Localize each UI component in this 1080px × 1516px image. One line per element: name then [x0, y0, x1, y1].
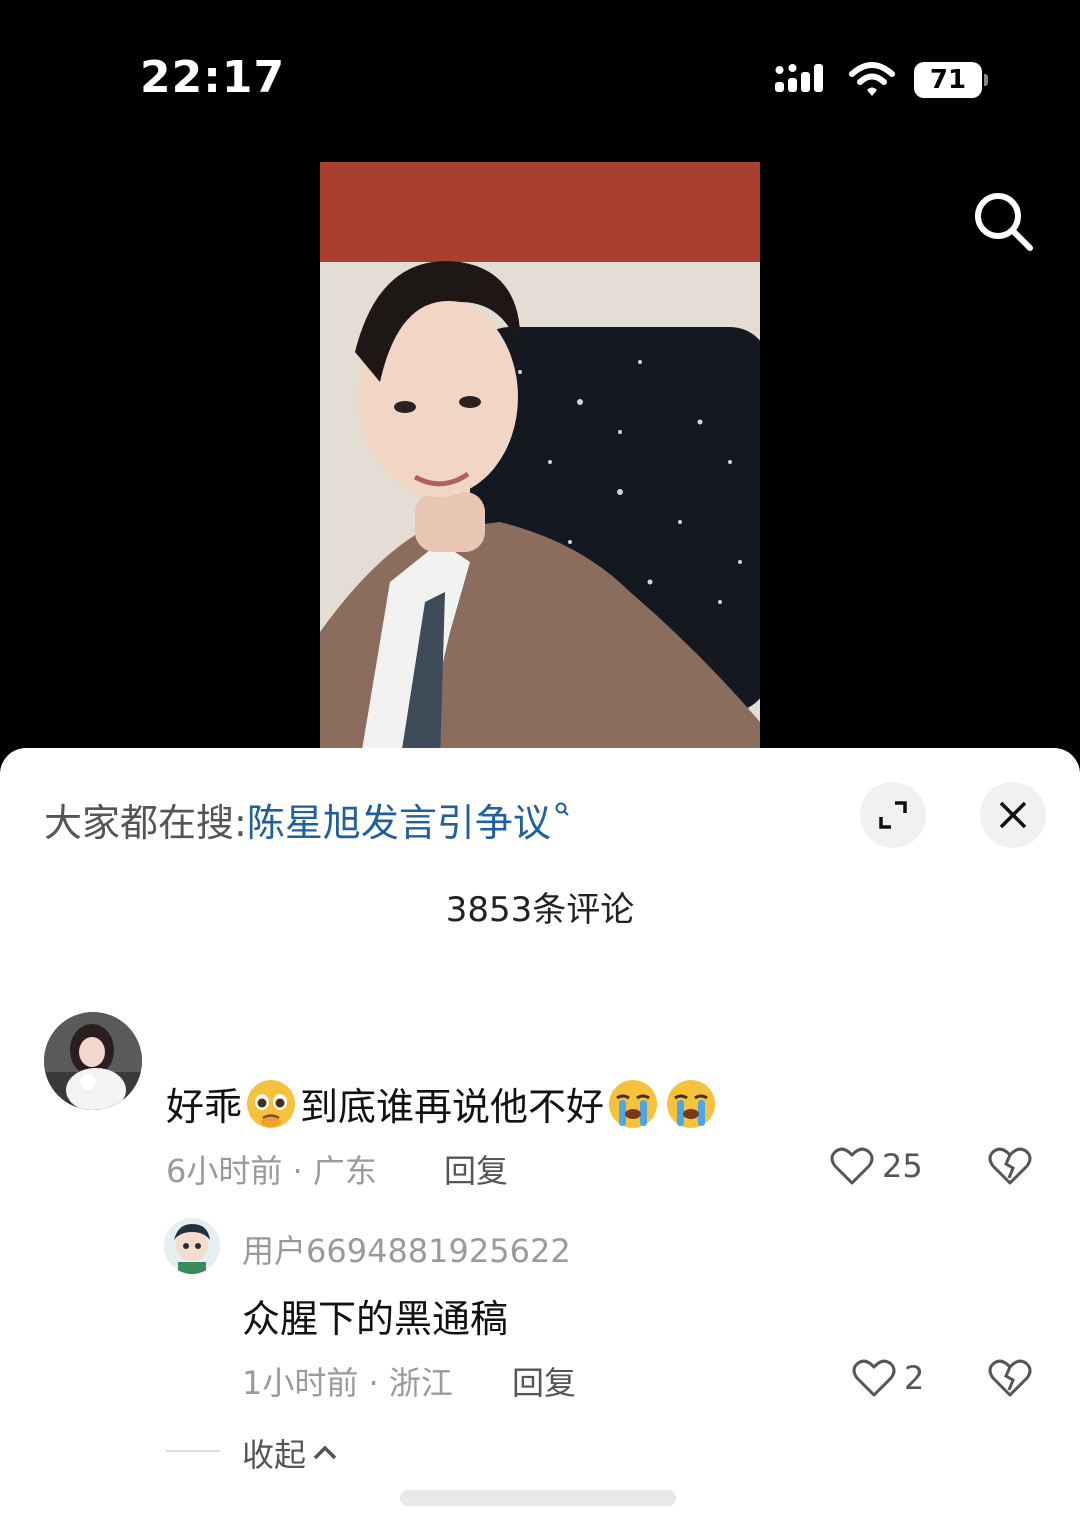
crying-face-icon — [667, 1080, 716, 1128]
like-button[interactable]: 25 — [830, 1144, 923, 1188]
reply-button[interactable]: 回复 — [444, 1146, 508, 1192]
wifi-icon — [849, 62, 895, 96]
avatar[interactable] — [164, 1218, 220, 1274]
collapse-label: 收起 — [242, 1436, 307, 1474]
small-search-icon — [555, 802, 569, 816]
avatar[interactable] — [44, 1012, 142, 1110]
battery-cap — [984, 74, 988, 86]
close-button[interactable] — [980, 782, 1046, 848]
broken-heart-icon[interactable] — [988, 1146, 1032, 1186]
broken-heart-icon[interactable] — [988, 1358, 1032, 1398]
video-preview[interactable] — [320, 162, 760, 762]
trending-search-hint[interactable]: 大家都在搜:陈星旭发言引争议 — [44, 792, 569, 847]
like-button[interactable]: 2 — [852, 1356, 924, 1400]
avatar-image — [44, 1012, 142, 1110]
heart-icon — [852, 1359, 896, 1397]
expand-button[interactable] — [860, 782, 926, 848]
expand-icon — [879, 801, 907, 829]
comment-count: 3853条评论 — [445, 890, 635, 930]
comment-text: 好乖 到底谁再说他不好 — [166, 1076, 720, 1131]
search-icon[interactable] — [970, 188, 1036, 254]
collapse-replies-button[interactable]: 收起 — [242, 1430, 338, 1476]
status-bar: 22:17 71 — [0, 0, 1080, 150]
chevron-up-icon — [313, 1445, 337, 1460]
reply-meta: 1小时前 · 浙江 — [242, 1364, 453, 1402]
avatar-image — [164, 1218, 220, 1274]
comment-text-part: 到底谁再说他不好 — [300, 1085, 605, 1129]
reply-button[interactable]: 回复 — [512, 1358, 576, 1404]
trending-term-link[interactable]: 陈星旭发言引争议 — [247, 801, 551, 845]
like-count: 25 — [882, 1147, 923, 1185]
comment-meta: 6小时前 · 广东 — [166, 1152, 377, 1190]
trending-prefix: 大家都在搜: — [44, 801, 247, 845]
comment-sheet: 大家都在搜:陈星旭发言引争议 3853条评论 好乖 到底谁再说他不好 6小时前 ·… — [0, 748, 1080, 1516]
heart-icon — [830, 1147, 874, 1185]
reply-text: 众腥下的黑通稿 — [242, 1297, 509, 1341]
status-time: 22:17 — [140, 52, 286, 103]
crying-face-icon — [609, 1080, 658, 1128]
close-icon — [999, 801, 1027, 829]
reply-username[interactable]: 用户6694881925622 — [242, 1226, 571, 1272]
battery-icon: 71 — [914, 62, 988, 98]
home-indicator — [400, 1490, 676, 1506]
like-count: 2 — [904, 1359, 925, 1397]
comment-text-part: 好乖 — [166, 1085, 243, 1129]
signal-icon — [775, 64, 823, 92]
divider — [166, 1450, 220, 1452]
battery-level: 71 — [914, 62, 982, 98]
video-still-image — [320, 162, 760, 762]
pleading-face-icon — [247, 1080, 296, 1128]
